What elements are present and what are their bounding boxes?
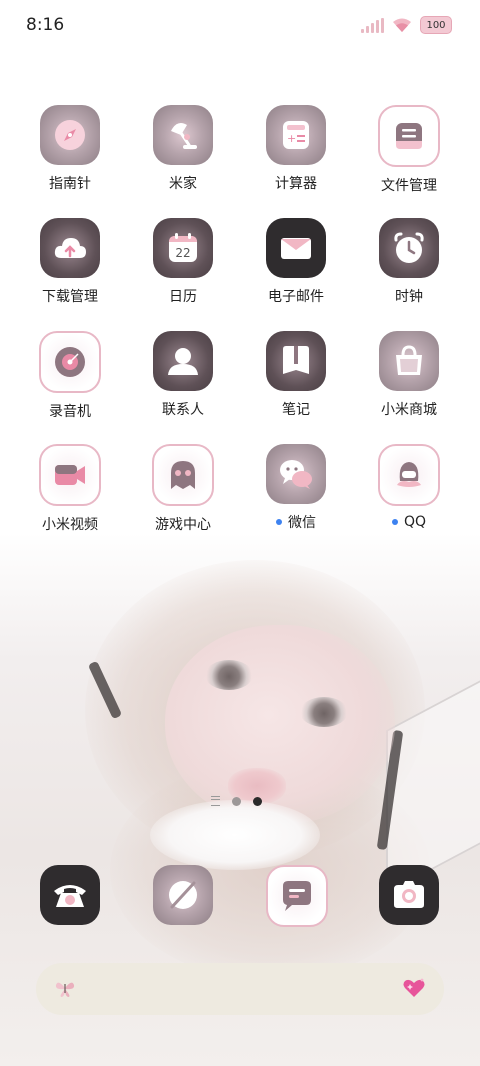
app-label: 文件管理 bbox=[381, 178, 437, 194]
calculator-icon: + bbox=[266, 105, 326, 165]
ghost-icon bbox=[152, 444, 214, 506]
wallpaper-collar bbox=[150, 800, 320, 870]
svg-text:22: 22 bbox=[175, 246, 190, 260]
dock-camera[interactable] bbox=[379, 865, 439, 925]
app-wechat[interactable]: 微信 bbox=[241, 444, 351, 532]
wifi-icon bbox=[393, 18, 411, 32]
record-icon bbox=[39, 331, 101, 393]
alarm-clock-icon bbox=[379, 218, 439, 278]
app-label: 小米视频 bbox=[42, 517, 98, 533]
app-label: 小米商城 bbox=[381, 402, 437, 418]
app-label: 米家 bbox=[169, 176, 197, 192]
phone-icon bbox=[40, 865, 100, 925]
penguin-icon bbox=[378, 444, 440, 506]
folder-icon bbox=[378, 105, 440, 167]
chat-bubbles-icon bbox=[266, 444, 326, 504]
page-list-icon bbox=[211, 796, 220, 806]
app-compass[interactable]: 指南针 bbox=[15, 105, 125, 193]
page-dot bbox=[232, 796, 241, 806]
app-label: 指南针 bbox=[49, 176, 91, 192]
app-label: 微信 bbox=[276, 512, 316, 532]
notification-dot bbox=[391, 519, 398, 525]
search-bar[interactable] bbox=[36, 963, 444, 1015]
app-label: 游戏中心 bbox=[155, 517, 211, 533]
app-label: 录音机 bbox=[49, 404, 91, 420]
app-calculator[interactable]: + 计算器 bbox=[241, 105, 351, 193]
status-time: 8:16 bbox=[26, 15, 65, 35]
page-indicator[interactable] bbox=[211, 796, 262, 806]
compass-icon bbox=[40, 105, 100, 165]
wallpaper-eye-right bbox=[300, 697, 348, 727]
dock-browser[interactable] bbox=[153, 865, 213, 925]
app-mijia[interactable]: 米家 bbox=[128, 105, 238, 193]
app-downloads[interactable]: 下载管理 bbox=[15, 218, 125, 306]
app-label: 计算器 bbox=[275, 176, 317, 192]
person-icon bbox=[153, 331, 213, 391]
notebook-icon bbox=[266, 331, 326, 391]
app-game-center[interactable]: 游戏中心 bbox=[128, 444, 238, 534]
app-calendar[interactable]: 22 日历 bbox=[128, 218, 238, 306]
cloud-download-icon bbox=[40, 218, 100, 278]
app-qq[interactable]: QQ bbox=[354, 444, 464, 530]
message-icon bbox=[266, 865, 328, 927]
butterfly-icon[interactable] bbox=[54, 977, 76, 999]
sparkling-heart-icon[interactable] bbox=[402, 977, 426, 999]
app-contacts[interactable]: 联系人 bbox=[128, 331, 238, 419]
svg-text:+: + bbox=[287, 132, 296, 145]
app-recorder[interactable]: 录音机 bbox=[15, 331, 125, 421]
calendar-icon: 22 bbox=[153, 218, 213, 278]
battery-icon: 100 bbox=[420, 16, 452, 34]
dock-phone[interactable] bbox=[40, 865, 100, 925]
page-dot-active bbox=[253, 796, 262, 806]
envelope-icon bbox=[266, 218, 326, 278]
status-bar: 8:16 100 bbox=[0, 0, 480, 50]
browser-icon bbox=[153, 865, 213, 925]
app-label: 笔记 bbox=[282, 402, 310, 418]
app-file-manager[interactable]: 文件管理 bbox=[354, 105, 464, 195]
app-mi-video[interactable]: 小米视频 bbox=[15, 444, 125, 534]
app-label: 下载管理 bbox=[42, 289, 98, 305]
wallpaper-eye-left bbox=[205, 660, 253, 690]
app-label: 电子邮件 bbox=[268, 289, 324, 305]
camera-icon bbox=[379, 865, 439, 925]
shopping-bag-icon bbox=[379, 331, 439, 391]
notification-dot bbox=[276, 519, 282, 525]
app-label: QQ bbox=[391, 514, 426, 530]
signal-icon bbox=[361, 17, 384, 33]
lamp-icon bbox=[153, 105, 213, 165]
app-label: 联系人 bbox=[162, 402, 204, 418]
app-notes[interactable]: 笔记 bbox=[241, 331, 351, 419]
app-label: 日历 bbox=[169, 289, 197, 305]
dock-messages[interactable] bbox=[266, 865, 328, 927]
app-mi-store[interactable]: 小米商城 bbox=[354, 331, 464, 419]
app-label: 时钟 bbox=[395, 289, 423, 305]
app-email[interactable]: 电子邮件 bbox=[241, 218, 351, 306]
app-clock[interactable]: 时钟 bbox=[354, 218, 464, 306]
video-camera-icon bbox=[39, 444, 101, 506]
